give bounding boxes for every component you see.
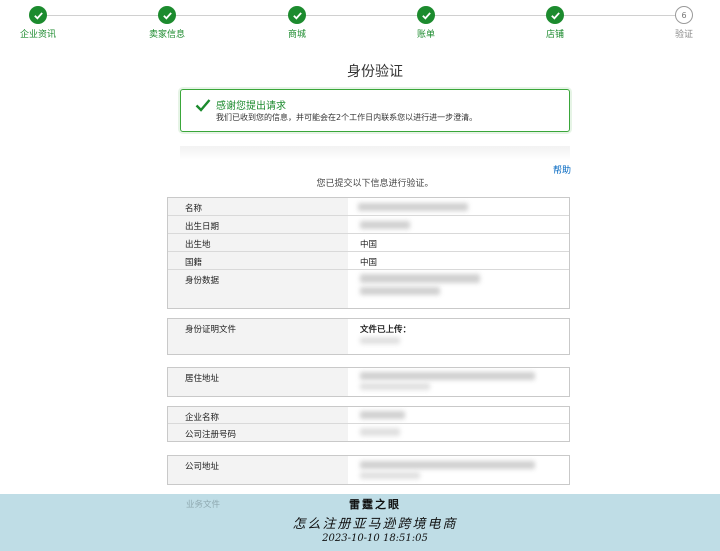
info-row-company-name: 企业名称	[168, 407, 569, 424]
watermark-timestamp: 2023-10-10 18:51:05	[322, 533, 428, 544]
field-label: 居住地址	[168, 368, 348, 396]
redacted-value	[360, 411, 405, 419]
step-label: 企业资讯	[19, 30, 56, 40]
field-label: 身份数据	[168, 270, 348, 308]
field-value: 中国	[360, 240, 378, 250]
checkmark-icon	[195, 99, 211, 112]
step-label: 验证	[674, 30, 693, 40]
watermark-author: 雷霆之眼	[349, 498, 401, 511]
step-label: 卖家信息	[148, 30, 185, 40]
field-label: 企业名称	[168, 407, 348, 423]
field-label: 公司注册号码	[168, 424, 348, 441]
field-label: 名称	[168, 198, 348, 215]
info-row-nationality: 国籍 中国	[168, 252, 569, 270]
info-row-residence: 居住地址	[168, 368, 569, 396]
check-icon	[29, 6, 47, 24]
progress-stepper: 企业资讯 卖家信息 商城 账单 店铺 6 验证	[0, 0, 720, 44]
field-label: 公司地址	[168, 456, 348, 484]
step-marketplace[interactable]: 商城	[257, 6, 337, 40]
check-icon	[288, 6, 306, 24]
step-seller-info[interactable]: 卖家信息	[127, 6, 207, 40]
field-label: 出生地	[168, 234, 348, 251]
info-row-dob: 出生日期	[168, 216, 569, 234]
success-alert: 感谢您提出请求 我们已收到您的信息，并可能会在2个工作日内联系您以进行进一步澄清…	[180, 89, 570, 132]
company-box: 企业名称 公司注册号码	[167, 406, 570, 442]
alert-title: 感谢您提出请求	[216, 101, 286, 112]
redacted-value	[360, 472, 420, 479]
step-billing[interactable]: 账单	[386, 6, 466, 40]
step-company-info[interactable]: 企业资讯	[0, 6, 78, 40]
section-divider	[180, 146, 570, 160]
redacted-value	[358, 203, 468, 211]
field-label: 出生日期	[168, 216, 348, 233]
watermark-overlay: 业务文件 雷霆之眼 怎么注册亚马逊跨境电商 2023-10-10 18:51:0…	[0, 494, 720, 551]
step-verification: 6 验证	[644, 6, 720, 40]
alert-message: 我们已收到您的信息，并可能会在2个工作日内联系您以进行进一步澄清。	[216, 113, 478, 122]
id-document-box: 身份证明文件 文件已上传：	[167, 318, 570, 355]
redacted-value	[360, 287, 440, 295]
step-label: 商城	[287, 30, 306, 40]
redacted-value	[360, 461, 535, 469]
info-row-birthplace: 出生地 中国	[168, 234, 569, 252]
redacted-value	[360, 428, 400, 436]
page-title: 身份验证	[347, 64, 403, 80]
redacted-value	[360, 383, 430, 390]
step-store[interactable]: 店铺	[515, 6, 595, 40]
info-row-id-document: 身份证明文件 文件已上传：	[168, 319, 569, 354]
check-icon	[417, 6, 435, 24]
identity-info-box: 名称 出生日期 出生地 中国 国籍 中国 身份数据	[167, 197, 570, 309]
info-row-id-data: 身份数据	[168, 270, 569, 308]
field-label: 身份证明文件	[168, 319, 348, 354]
help-link[interactable]: 帮助	[553, 163, 571, 176]
check-icon	[158, 6, 176, 24]
field-value: 中国	[360, 258, 378, 268]
residence-box: 居住地址	[167, 367, 570, 397]
check-icon	[546, 6, 564, 24]
redacted-value	[360, 274, 480, 283]
field-label: 国籍	[168, 252, 348, 269]
submitted-note: 您已提交以下信息进行验证。	[316, 179, 434, 189]
info-row-name: 名称	[168, 198, 569, 216]
step-number: 6	[675, 6, 693, 24]
redacted-value	[360, 221, 410, 229]
redacted-value	[360, 337, 400, 344]
info-row-company-address: 公司地址	[168, 456, 569, 484]
company-address-box: 公司地址	[167, 455, 570, 485]
redacted-value	[360, 372, 535, 380]
watermark-caption: 怎么注册亚马逊跨境电商	[292, 517, 458, 532]
upload-status: 文件已上传：	[360, 325, 412, 335]
step-label: 店铺	[545, 30, 564, 40]
step-label: 账单	[416, 30, 435, 40]
info-row-registration: 公司注册号码	[168, 424, 569, 441]
